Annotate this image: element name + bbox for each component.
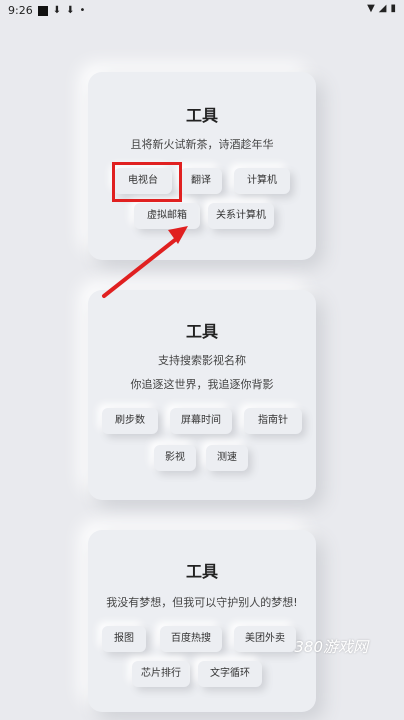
watermark-text: 380游戏网 <box>294 638 368 656</box>
annotation-arrow <box>102 226 188 298</box>
